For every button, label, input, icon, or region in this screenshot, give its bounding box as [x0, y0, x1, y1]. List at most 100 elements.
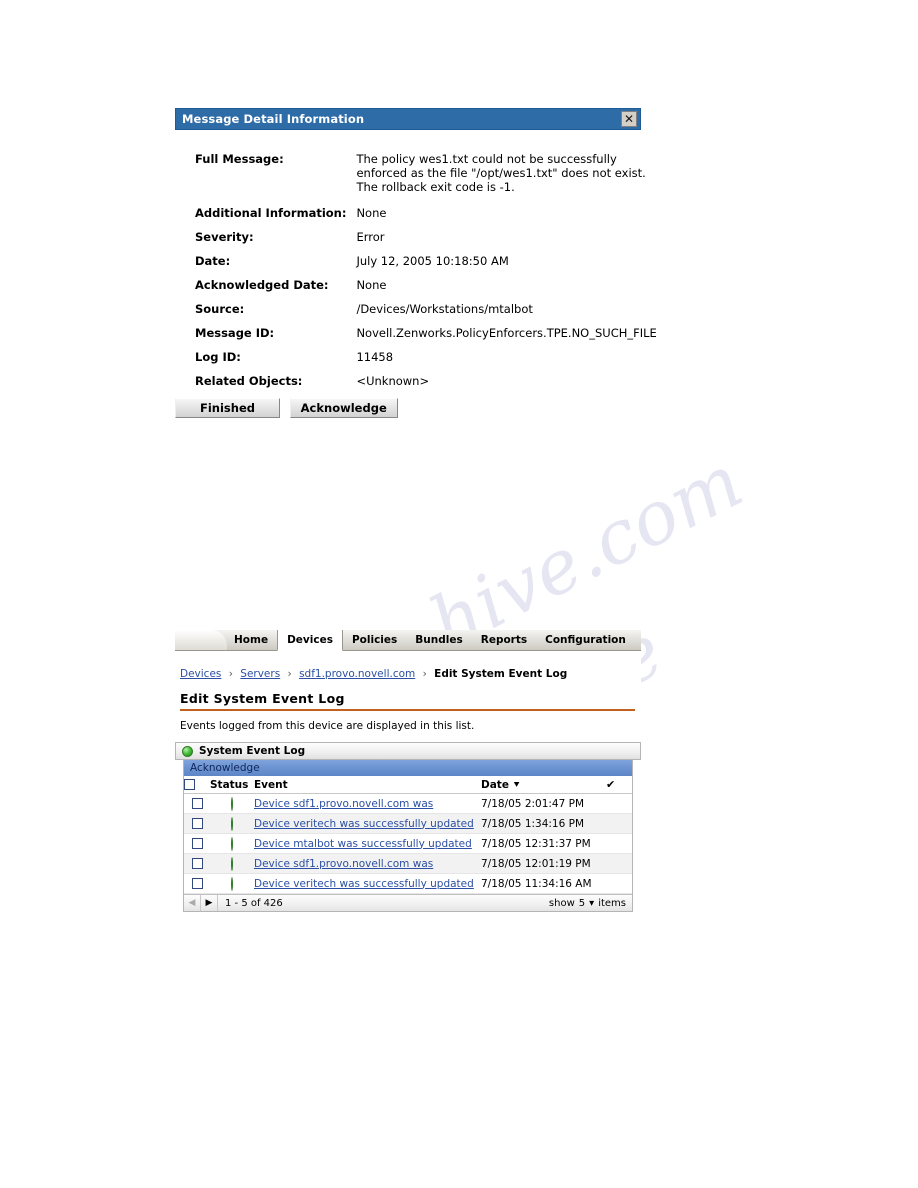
row-event-cell: Device veritech was successfully updated	[254, 873, 481, 894]
breadcrumb-item-device[interactable]: sdf1.provo.novell.com	[299, 668, 415, 680]
row-ack-cell	[606, 813, 632, 834]
table-row[interactable]: Device veritech was successfully updated…	[184, 873, 632, 894]
status-header[interactable]: Status	[210, 776, 254, 794]
system-event-log-header: System Event Log	[175, 742, 641, 760]
row-select-cell	[184, 793, 210, 814]
previous-page-button[interactable]: ◀	[184, 895, 201, 911]
detail-label: Log ID:	[195, 350, 241, 364]
next-page-button[interactable]: ▶	[201, 895, 218, 911]
tab-bundles[interactable]: Bundles	[406, 630, 471, 650]
row-ack-cell	[606, 793, 632, 814]
page-size-items-label: items	[598, 897, 626, 909]
event-link[interactable]: Device sdf1.provo.novell.com was	[254, 798, 433, 810]
page-size-control: show 5 ▾ items	[549, 898, 626, 909]
table-row[interactable]: Device mtalbot was successfully updated …	[184, 833, 632, 854]
tab-home[interactable]: Home	[225, 630, 277, 650]
row-select-cell	[184, 873, 210, 894]
chevron-down-icon[interactable]: ▾	[589, 898, 594, 909]
system-event-log-title: System Event Log	[199, 745, 306, 757]
tab-configuration[interactable]: Configuration	[536, 630, 635, 650]
detail-row: Related Objects: <Unknown>	[175, 374, 657, 398]
breadcrumb-item-servers[interactable]: Servers	[240, 668, 280, 680]
tab-policies[interactable]: Policies	[343, 630, 406, 650]
green-status-icon	[231, 816, 233, 831]
zenworks-console-panel: Home Devices Policies Bundles Reports Co…	[175, 630, 641, 954]
row-event-cell: Device veritech was successfully updated	[254, 813, 481, 834]
finished-button[interactable]: Finished	[175, 398, 280, 418]
breadcrumb-separator: ›	[422, 668, 427, 680]
system-event-log-table: Status Event Date ⯆ ✔ Device sdf1.provo.…	[184, 776, 632, 894]
detail-value-full-message: The policy wes1.txt could not be success…	[356, 152, 646, 194]
dialog-button-row: Finished Acknowledge	[175, 398, 657, 428]
detail-row: Log ID: 11458	[175, 350, 657, 374]
event-link[interactable]: Device sdf1.provo.novell.com was	[254, 858, 433, 870]
row-date-cell: 7/18/05 11:34:16 AM	[481, 873, 606, 894]
row-status-cell	[210, 833, 254, 854]
detail-label: Message ID:	[195, 326, 275, 340]
row-event-cell: Device mtalbot was successfully updated	[254, 833, 481, 854]
table-row[interactable]: Device sdf1.provo.novell.com was 7/18/05…	[184, 853, 632, 874]
green-status-icon	[231, 856, 233, 871]
event-link[interactable]: Device mtalbot was successfully updated	[254, 838, 472, 850]
row-select-cell	[184, 813, 210, 834]
panel-bottom-spacer	[175, 912, 641, 954]
acknowledge-action[interactable]: Acknowledge	[190, 762, 260, 774]
select-all-header	[184, 776, 210, 794]
event-link[interactable]: Device veritech was successfully updated	[254, 878, 474, 890]
row-checkbox[interactable]	[191, 838, 203, 849]
detail-value-additional-information: None	[356, 206, 387, 220]
row-status-cell	[210, 873, 254, 894]
row-select-cell	[184, 833, 210, 854]
page-size-value[interactable]: 5	[579, 898, 585, 909]
dialog-titlebar: Message Detail Information ✕	[175, 108, 641, 130]
page-title: Edit System Event Log	[180, 691, 345, 706]
event-header[interactable]: Event	[254, 776, 481, 794]
table-row[interactable]: Device sdf1.provo.novell.com was 7/18/05…	[184, 793, 632, 814]
breadcrumb-item-devices[interactable]: Devices	[180, 668, 221, 680]
acknowledge-button[interactable]: Acknowledge	[289, 398, 398, 418]
tab-reports[interactable]: Reports	[472, 630, 536, 650]
detail-value-related-objects: <Unknown>	[356, 374, 430, 388]
row-status-cell	[210, 793, 254, 814]
sort-descending-icon: ⯆	[512, 780, 521, 791]
event-link[interactable]: Device veritech was successfully updated	[254, 818, 474, 830]
row-checkbox[interactable]	[191, 878, 203, 889]
row-event-cell: Device sdf1.provo.novell.com was	[254, 853, 481, 874]
row-status-cell	[210, 813, 254, 834]
row-checkbox[interactable]	[191, 818, 203, 829]
table-pagination-footer: ◀ ▶ 1 - 5 of 426 show 5 ▾ items	[184, 894, 632, 911]
detail-value-severity: Error	[356, 230, 385, 244]
dialog-buttons: Finished Acknowledge	[175, 398, 657, 428]
page-description: Events logged from this device are displ…	[180, 720, 475, 732]
row-checkbox[interactable]	[191, 798, 203, 809]
detail-value-acknowledged-date: None	[356, 278, 387, 292]
close-icon[interactable]: ✕	[621, 111, 637, 127]
tab-devices[interactable]: Devices	[277, 630, 343, 651]
message-detail-table: Full Message: The policy wes1.txt could …	[175, 152, 657, 428]
row-ack-cell	[606, 873, 632, 894]
detail-row: Date: July 12, 2005 10:18:50 AM	[175, 254, 657, 278]
date-header[interactable]: Date ⯆	[481, 776, 606, 794]
checkmark-icon: ✔	[606, 778, 616, 791]
breadcrumb-separator: ›	[287, 668, 292, 680]
detail-row: Acknowledged Date: None	[175, 278, 657, 302]
detail-value-source: /Devices/Workstations/mtalbot	[356, 302, 533, 316]
row-checkbox[interactable]	[191, 858, 203, 869]
detail-row: Additional Information: None	[175, 206, 657, 230]
detail-label: Source:	[195, 302, 245, 316]
table-row[interactable]: Device veritech was successfully updated…	[184, 813, 632, 834]
message-detail-dialog: Message Detail Information ✕ Full Messag…	[175, 108, 657, 428]
row-date-cell: 7/18/05 12:31:37 PM	[481, 833, 606, 854]
detail-row: Source: /Devices/Workstations/mtalbot	[175, 302, 657, 326]
page-root: hive.com manualshive Message Detail Info…	[0, 0, 918, 1188]
row-date-cell: 7/18/05 2:01:47 PM	[481, 793, 606, 814]
detail-row: Severity: Error	[175, 230, 657, 254]
select-all-checkbox[interactable]	[184, 779, 195, 790]
table-header-row: Status Event Date ⯆ ✔	[184, 776, 632, 794]
row-date-cell: 7/18/05 1:34:16 PM	[481, 813, 606, 834]
detail-label: Severity:	[195, 230, 254, 244]
green-status-icon	[231, 836, 233, 851]
pagination-range: 1 - 5 of 426	[225, 897, 283, 909]
main-tabbar: Home Devices Policies Bundles Reports Co…	[175, 630, 641, 651]
detail-value-message-id: Novell.Zenworks.PolicyEnforcers.TPE.NO_S…	[356, 326, 657, 340]
